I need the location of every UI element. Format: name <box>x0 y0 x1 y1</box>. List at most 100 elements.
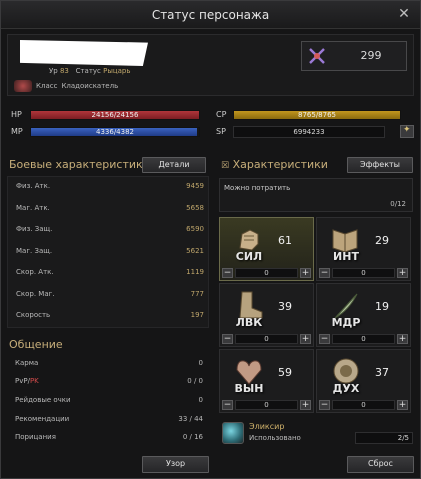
combat-stats-panel: Физ. Атк. 9459 Маг. Атк. 5658 Физ. Защ. 6590 М… <box>7 176 209 328</box>
character-name-redaction <box>20 40 148 66</box>
combat-stat-label: Скор. Маг. <box>16 289 55 298</box>
stat-decrease-button[interactable]: − <box>222 334 233 344</box>
stat-value: 19 <box>375 300 389 313</box>
mp-bar: 4336/4382 <box>30 127 200 137</box>
combat-stat-value: 777 <box>190 289 204 298</box>
stat-tile-6[interactable]: ДУХ 37 −0 + <box>316 349 411 413</box>
stat-value: 39 <box>278 300 292 313</box>
elixir-name: Эликсир <box>249 422 285 431</box>
pvp-value: 0 / 0 <box>187 377 203 385</box>
stat-abbr: ДУХ <box>332 382 360 395</box>
social-row-reprimands: Порицания 0 / 16 <box>15 433 203 445</box>
stat-tile-5[interactable]: ВЫН 59 −0 + <box>219 349 314 413</box>
cp-label: CP <box>216 110 227 119</box>
karma-value: 0 <box>198 359 203 367</box>
details-button[interactable]: Детали <box>142 157 206 173</box>
reset-button[interactable]: Сброс <box>347 456 414 473</box>
stat-tile-4[interactable]: МДР 19 −0 + <box>316 283 411 347</box>
combat-stat-value: 5658 <box>186 203 204 212</box>
stat-increase-button[interactable]: + <box>300 334 311 344</box>
combat-stat-row: Физ. Защ. 6590 <box>16 225 204 237</box>
ability-points-box: 299 <box>301 41 407 71</box>
class-emblem-icon <box>14 80 32 92</box>
mp-bar-text: 4336/4382 <box>96 128 134 136</box>
combat-stat-value: 1119 <box>186 268 204 276</box>
effects-button[interactable]: Эффекты <box>347 157 413 173</box>
stat-added-field: 0 <box>332 268 395 278</box>
class-label: Класс <box>36 82 58 90</box>
combat-stat-label: Физ. Атк. <box>16 182 51 190</box>
mp-label: MP <box>11 127 23 136</box>
stat-added-field: 0 <box>235 268 298 278</box>
stat-abbr: ЛВК <box>235 316 263 329</box>
combat-stat-value: 5621 <box>186 246 204 255</box>
stat-added-field: 0 <box>332 400 395 410</box>
cp-bar-text: 8765/8765 <box>298 111 336 119</box>
sp-field: 6994233 <box>233 126 385 138</box>
elixir-used-label: Использовано <box>249 434 301 442</box>
stat-increase-button[interactable]: + <box>397 268 408 278</box>
stat-added-field: 0 <box>235 400 298 410</box>
points-to-spend-label: Можно потратить <box>224 184 291 192</box>
level-status-row: Ур 83 Статус Рыцарь <box>49 67 131 75</box>
raid-label: Рейдовые очки <box>15 396 71 404</box>
social-title: Общение <box>9 338 63 351</box>
combat-stat-row: Скор. Маг. 777 <box>16 290 204 302</box>
characteristics-toggle-icon[interactable]: ☒ <box>221 161 229 171</box>
hp-bar: 24156/24156 <box>30 110 200 120</box>
elixir-row: Эликсир Использовано 2/5 <box>219 420 413 448</box>
combat-stat-row: Скорость 197 <box>16 311 204 323</box>
hp-label: HP <box>11 110 22 119</box>
elixir-used-value: 2/5 <box>355 432 413 444</box>
characteristics-title: ☒ Характеристики <box>221 158 328 171</box>
points-to-spend-value: 0/12 <box>390 200 406 208</box>
class-value: Кладоискатель <box>61 82 119 90</box>
stat-decrease-button[interactable]: − <box>222 400 233 410</box>
close-icon[interactable]: ✕ <box>396 6 412 22</box>
combat-stat-label: Маг. Защ. <box>16 246 53 255</box>
pattern-button[interactable]: Узор <box>142 456 209 473</box>
combat-stat-row: Физ. Атк. 9459 <box>16 182 204 194</box>
sp-value: 6994233 <box>293 128 325 136</box>
stat-increase-button[interactable]: + <box>397 400 408 410</box>
class-row: Класс Кладоискатель <box>14 80 118 92</box>
character-status-window: Статус персонажа ✕ Ур 83 Статус Рыцарь К… <box>0 0 421 479</box>
title-bar[interactable]: Статус персонажа ✕ <box>1 1 420 29</box>
cp-bar: 8765/8765 <box>233 110 401 120</box>
social-row-recommendations: Рекомендации 33 / 44 <box>15 415 203 427</box>
stat-decrease-button[interactable]: − <box>222 268 233 278</box>
crossed-swords-icon <box>309 48 325 64</box>
pvp-label: PvP <box>15 377 28 385</box>
reprimands-label: Порицания <box>15 433 56 441</box>
stat-increase-button[interactable]: + <box>300 268 311 278</box>
points-to-spend-box: Можно потратить 0/12 <box>219 178 413 212</box>
social-panel: Карма 0 PvP/PK 0 / 0 Рейдовые очки 0 Рек… <box>7 353 209 449</box>
stat-decrease-button[interactable]: − <box>319 400 330 410</box>
combat-stats-title: Боевые характеристики <box>9 158 150 171</box>
stat-tile-2[interactable]: ИНТ 29 −0 + <box>316 217 411 281</box>
combat-stat-value: 9459 <box>186 182 204 190</box>
stat-increase-button[interactable]: + <box>300 400 311 410</box>
combat-stat-value: 6590 <box>186 225 204 233</box>
vitals-bars: HP 24156/24156 MP 4336/4382 CP 8765/8765… <box>7 105 414 147</box>
characteristics-title-text: Характеристики <box>232 158 328 171</box>
stat-abbr: ИНТ <box>333 250 359 263</box>
combat-stat-row: Маг. Атк. 5658 <box>16 204 204 216</box>
stat-tile-3[interactable]: ЛВК 39 −0 + <box>219 283 314 347</box>
stat-tile-1[interactable]: СИЛ 61 −0 + <box>219 217 314 281</box>
stat-added-field: 0 <box>332 334 395 344</box>
stat-decrease-button[interactable]: − <box>319 334 330 344</box>
combat-stat-label: Скорость <box>16 311 51 319</box>
combat-stat-value: 197 <box>190 311 204 319</box>
character-header: Ур 83 Статус Рыцарь Класс Кладоискатель … <box>7 34 414 96</box>
reprimands-value: 0 / 16 <box>182 433 203 441</box>
stat-decrease-button[interactable]: − <box>319 268 330 278</box>
status-value: Рыцарь <box>103 67 131 75</box>
stat-increase-button[interactable]: + <box>397 334 408 344</box>
elixir-potion-icon[interactable] <box>222 422 244 444</box>
sp-skill-button[interactable] <box>400 125 414 138</box>
pk-label: PK <box>29 377 39 385</box>
stat-abbr: СИЛ <box>235 250 263 263</box>
stat-value: 61 <box>278 234 292 247</box>
stat-value: 29 <box>375 234 389 247</box>
